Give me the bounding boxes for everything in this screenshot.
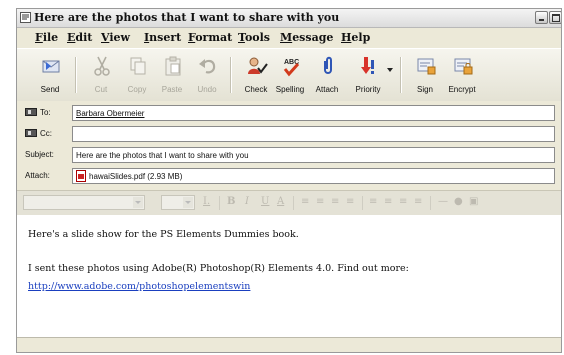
font-color-icon[interactable]: A [277, 196, 284, 207]
horizontal-line-icon[interactable]: — [438, 196, 448, 207]
to-recipient: Barbara Obermeier [76, 109, 145, 118]
encrypt-button[interactable]: Encrypt [442, 51, 482, 99]
format-separator [362, 196, 363, 210]
italic-icon[interactable]: I [245, 196, 249, 207]
chevron-down-icon [183, 197, 193, 208]
send-label: Send [40, 85, 60, 94]
priority-icon [361, 57, 374, 74]
body-line-1: Here's a slide show for the PS Elements … [28, 229, 299, 240]
decrease-indent-icon[interactable]: ≡ [331, 196, 339, 207]
to-row: To: Barbara Obermeier [17, 105, 561, 122]
paragraph-style-icon[interactable]: I. [203, 196, 210, 207]
subject-field[interactable]: Here are the photos that I want to share… [72, 147, 555, 163]
format-separator [219, 196, 220, 210]
menu-view[interactable]: View [101, 31, 130, 44]
attach-field[interactable]: hawaiSlides.pdf (2.93 MB) [72, 168, 555, 184]
menu-insert[interactable]: Insert [144, 31, 181, 44]
undo-icon [199, 59, 216, 74]
menu-help[interactable]: Help [341, 31, 370, 44]
menu-edit[interactable]: Edit [67, 31, 92, 44]
attach-button[interactable]: Attach [307, 51, 347, 99]
formatting-toolbar: I. B I U A ≡ ≡ ≡ ≡ ≡ ≡ ≡ ≡ — ● ▣ [17, 190, 561, 216]
message-body[interactable]: Here's a slide show for the PS Elements … [17, 215, 561, 339]
to-label[interactable]: To: [25, 108, 51, 117]
align-left-icon[interactable]: ≡ [369, 196, 377, 207]
insert-picture-icon[interactable]: ▣ [469, 196, 478, 207]
maximize-button[interactable] [549, 11, 561, 24]
pdf-file-icon [76, 170, 86, 182]
undo-button[interactable]: Undo [187, 51, 227, 99]
menu-format[interactable]: Format [188, 31, 232, 44]
check-names-icon [248, 57, 268, 74]
scissors-icon [94, 56, 110, 76]
subject-value: Here are the photos that I want to share… [76, 151, 249, 160]
window-title: Here are the photos that I want to share… [34, 11, 340, 24]
minimize-button[interactable] [535, 11, 548, 24]
numbered-list-icon[interactable]: ≡ [301, 196, 309, 207]
chevron-down-icon [133, 197, 143, 208]
format-separator [430, 196, 431, 210]
justify-icon[interactable]: ≡ [414, 196, 422, 207]
attach-field-label: Attach: [25, 171, 50, 180]
address-area: To: Barbara Obermeier Cc: Subject: Here … [17, 101, 561, 189]
align-center-icon[interactable]: ≡ [384, 196, 392, 207]
font-size-dropdown[interactable] [161, 195, 195, 210]
address-book-icon [25, 108, 37, 116]
encrypt-icon [454, 58, 473, 75]
adobe-link[interactable]: http://www.adobe.com/photoshopelementswi… [28, 281, 250, 292]
to-field[interactable]: Barbara Obermeier [72, 105, 555, 121]
paperclip-icon [324, 56, 332, 74]
menu-bar: File Edit View Insert Format Tools Messa… [17, 28, 561, 47]
address-book-icon [25, 129, 37, 137]
copy-icon [130, 57, 146, 75]
priority-label: Priority [355, 85, 381, 94]
encrypt-label: Encrypt [448, 85, 476, 94]
cc-row: Cc: [17, 126, 561, 143]
attachment-name[interactable]: hawaiSlides.pdf (2.93 MB) [89, 172, 182, 181]
subject-label: Subject: [25, 150, 54, 159]
menu-message[interactable]: Message [280, 31, 333, 44]
title-bar: Here are the photos that I want to share… [17, 9, 561, 28]
menu-file[interactable]: File [35, 31, 58, 44]
subject-row: Subject: Here are the photos that I want… [17, 147, 561, 164]
undo-label: Undo [197, 85, 217, 94]
spelling-icon: ABC [283, 59, 299, 77]
format-separator [293, 196, 294, 210]
priority-dropdown-icon[interactable] [387, 68, 393, 72]
insert-link-icon[interactable]: ● [454, 196, 463, 207]
increase-indent-icon[interactable]: ≡ [346, 196, 354, 207]
paste-icon [165, 56, 181, 76]
font-dropdown[interactable] [23, 195, 145, 210]
sign-icon [417, 58, 436, 75]
priority-button[interactable]: Priority [348, 51, 388, 99]
send-icon [42, 60, 60, 73]
message-icon [20, 12, 31, 23]
toolbar: Send Cut Copy Paste Undo Check ABC Spell… [17, 48, 561, 102]
body-line-2: I sent these photos using Adobe(R) Photo… [28, 263, 409, 274]
status-bar [17, 337, 561, 352]
bulleted-list-icon[interactable]: ≡ [316, 196, 324, 207]
menu-tools[interactable]: Tools [238, 31, 270, 44]
cc-field[interactable] [72, 126, 555, 142]
attach-row: Attach: hawaiSlides.pdf (2.93 MB) [17, 168, 561, 185]
cc-label[interactable]: Cc: [25, 129, 52, 138]
align-right-icon[interactable]: ≡ [399, 196, 407, 207]
compose-window: Here are the photos that I want to share… [16, 8, 562, 353]
bold-icon[interactable]: B [227, 196, 235, 207]
send-button[interactable]: Send [30, 51, 70, 99]
underline-icon[interactable]: U [261, 196, 269, 207]
